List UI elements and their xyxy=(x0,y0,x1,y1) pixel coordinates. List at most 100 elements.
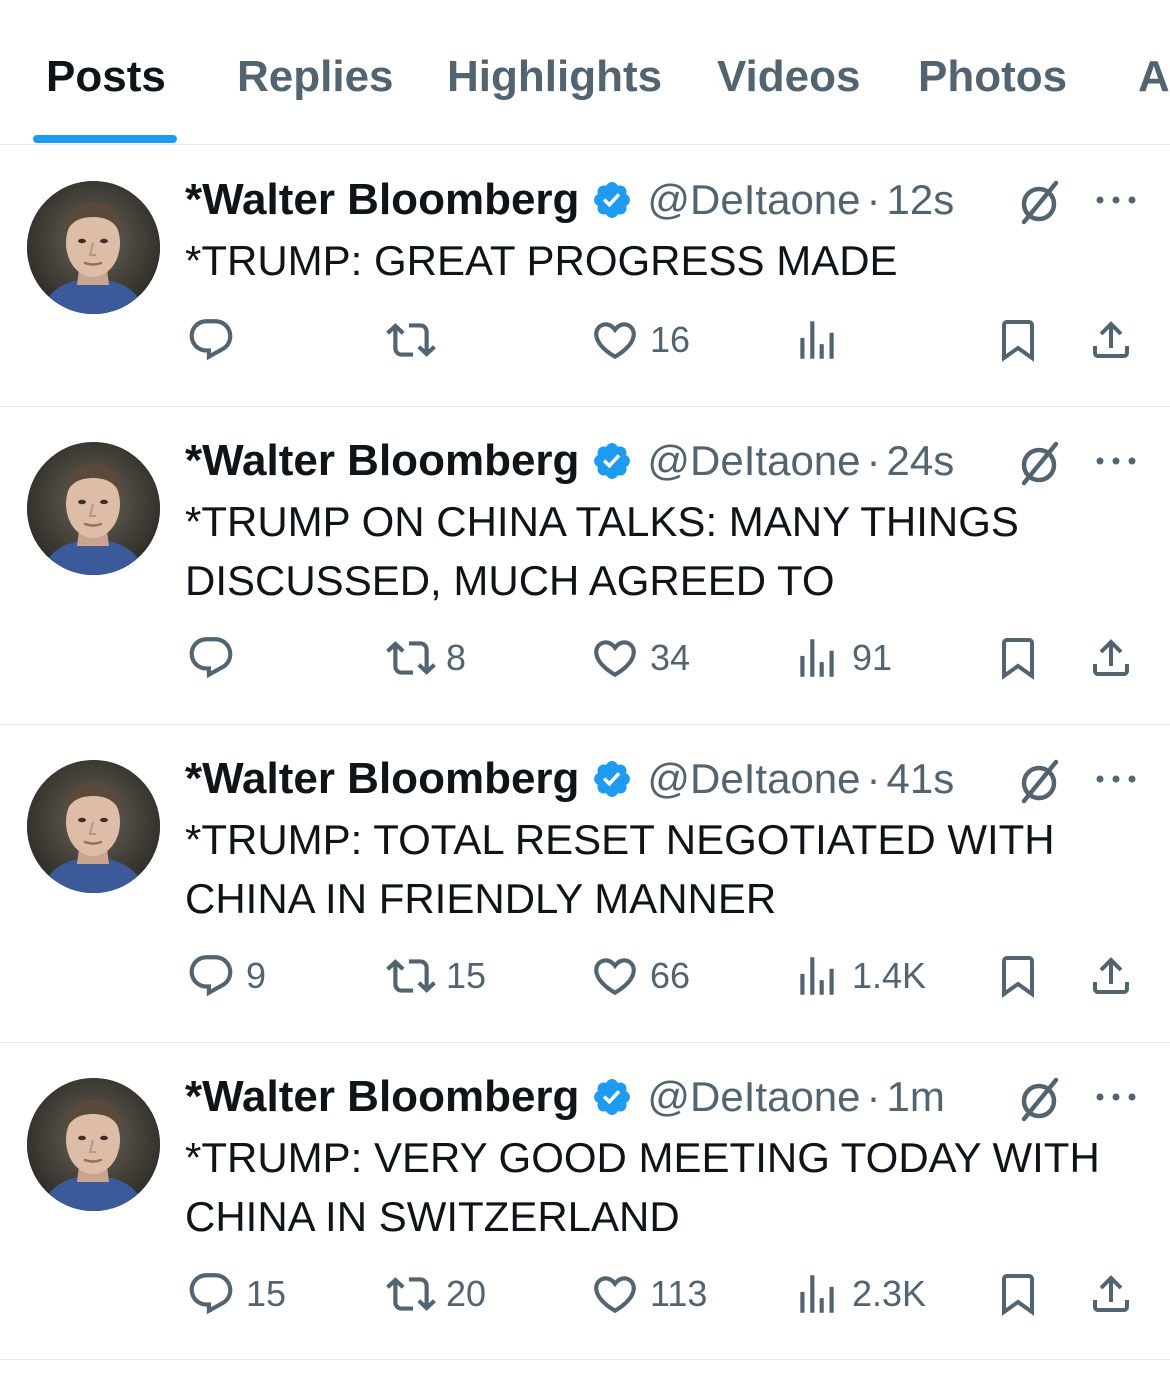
like-icon xyxy=(590,315,640,365)
reply-button[interactable] xyxy=(186,633,246,683)
grok-icon[interactable] xyxy=(1014,177,1064,227)
repost-icon xyxy=(386,951,436,1001)
share-icon[interactable] xyxy=(1087,1270,1135,1318)
like-count: 16 xyxy=(650,319,691,360)
tab-videos[interactable]: Videos xyxy=(717,52,860,102)
verified-badge-icon[interactable] xyxy=(591,1076,633,1118)
separator-dot: · xyxy=(866,755,881,802)
separator-dot: · xyxy=(866,176,881,223)
tab-posts[interactable]: Posts xyxy=(46,52,166,102)
like-count: 113 xyxy=(650,1273,708,1314)
share-icon[interactable] xyxy=(1087,952,1135,1000)
views-button[interactable]: 1.4K xyxy=(792,951,926,1001)
views-count: 2.3K xyxy=(852,1273,927,1314)
grok-icon[interactable] xyxy=(1014,1074,1064,1124)
verified-badge-icon[interactable] xyxy=(591,440,633,482)
more-icon[interactable] xyxy=(1094,1087,1138,1107)
post-text: *TRUMP: TOTAL RESET NEGOTIATED WITH CHIN… xyxy=(185,816,1055,922)
views-icon xyxy=(792,633,842,683)
reply-icon xyxy=(186,633,236,683)
repost-count: 8 xyxy=(446,637,467,678)
post-item[interactable]: *Walter Bloomberg @DeItaone · 41s *TRUMP… xyxy=(0,725,1170,1043)
tab-highlights[interactable]: Highlights xyxy=(447,52,662,102)
author-avatar[interactable] xyxy=(27,181,160,314)
repost-button[interactable] xyxy=(386,315,446,365)
tab-articles[interactable]: A xyxy=(1138,52,1170,102)
reply-icon xyxy=(186,315,236,365)
repost-icon xyxy=(386,315,436,365)
author-name[interactable]: *Walter Bloomberg xyxy=(185,436,579,486)
like-button[interactable]: 34 xyxy=(590,633,690,683)
views-icon xyxy=(792,951,842,1001)
like-icon xyxy=(590,633,640,683)
like-count: 34 xyxy=(650,637,691,678)
repost-button[interactable]: 20 xyxy=(386,1269,486,1319)
views-icon xyxy=(792,315,842,365)
bookmark-icon[interactable] xyxy=(994,952,1042,1000)
bookmark-icon[interactable] xyxy=(994,634,1042,682)
reply-button[interactable] xyxy=(186,315,246,365)
author-avatar[interactable] xyxy=(27,1078,160,1211)
verified-badge-icon[interactable] xyxy=(591,179,633,221)
author-handle[interactable]: @DeItaone xyxy=(647,437,860,485)
author-handle[interactable]: @DeItaone xyxy=(647,755,860,803)
post-item[interactable]: *Walter Bloomberg @DeItaone · 12s *TRUMP… xyxy=(0,145,1170,407)
author-name[interactable]: *Walter Bloomberg xyxy=(185,754,579,804)
reply-count: 9 xyxy=(246,955,267,996)
views-button[interactable] xyxy=(792,315,852,365)
reply-icon xyxy=(186,951,236,1001)
author-handle[interactable]: @DeItaone xyxy=(647,1073,860,1121)
author-avatar[interactable] xyxy=(27,442,160,575)
more-icon[interactable] xyxy=(1094,451,1138,471)
post-text: *TRUMP: GREAT PROGRESS MADE xyxy=(185,237,898,284)
views-icon xyxy=(792,1269,842,1319)
views-count: 1.4K xyxy=(852,955,927,996)
like-icon xyxy=(590,1269,640,1319)
share-icon[interactable] xyxy=(1087,634,1135,682)
post-header: *Walter Bloomberg @DeItaone · 41s xyxy=(185,754,954,804)
like-button[interactable]: 66 xyxy=(590,951,690,1001)
like-button[interactable]: 16 xyxy=(590,315,690,365)
post-item[interactable]: *Walter Bloomberg @DeItaone · 24s *TRUMP… xyxy=(0,407,1170,725)
post-header: *Walter Bloomberg @DeItaone · 1m xyxy=(185,1072,945,1122)
repost-icon xyxy=(386,1269,436,1319)
reply-button[interactable]: 9 xyxy=(186,951,266,1001)
post-text: *TRUMP: VERY GOOD MEETING TODAY WITH CHI… xyxy=(185,1134,1100,1240)
grok-icon[interactable] xyxy=(1014,438,1064,488)
repost-count: 15 xyxy=(446,955,487,996)
post-timestamp[interactable]: 12s xyxy=(887,176,955,224)
views-count: 91 xyxy=(852,637,893,678)
bookmark-icon[interactable] xyxy=(994,1270,1042,1318)
repost-button[interactable]: 8 xyxy=(386,633,466,683)
views-button[interactable]: 91 xyxy=(792,633,892,683)
verified-badge-icon[interactable] xyxy=(591,758,633,800)
post-text: *TRUMP ON CHINA TALKS: MANY THINGS DISCU… xyxy=(185,498,1019,604)
post-timestamp[interactable]: 41s xyxy=(887,755,955,803)
separator-dot: · xyxy=(866,1073,881,1120)
reply-count: 15 xyxy=(246,1273,287,1314)
grok-icon[interactable] xyxy=(1014,756,1064,806)
more-icon[interactable] xyxy=(1094,190,1138,210)
author-handle[interactable]: @DeItaone xyxy=(647,176,860,224)
like-button[interactable]: 113 xyxy=(590,1269,707,1319)
post-timestamp[interactable]: 1m xyxy=(887,1073,945,1121)
post-header: *Walter Bloomberg @DeItaone · 12s xyxy=(185,175,954,225)
post-item[interactable]: *Walter Bloomberg @DeItaone · 1m *TRUMP:… xyxy=(0,1043,1170,1360)
author-name[interactable]: *Walter Bloomberg xyxy=(185,175,579,225)
like-count: 66 xyxy=(650,955,691,996)
repost-button[interactable]: 15 xyxy=(386,951,486,1001)
post-timestamp[interactable]: 24s xyxy=(887,437,955,485)
more-icon[interactable] xyxy=(1094,769,1138,789)
bookmark-icon[interactable] xyxy=(994,316,1042,364)
tab-replies[interactable]: Replies xyxy=(237,52,394,102)
reply-button[interactable]: 15 xyxy=(186,1269,286,1319)
reply-icon xyxy=(186,1269,236,1319)
tab-photos[interactable]: Photos xyxy=(918,52,1067,102)
author-name[interactable]: *Walter Bloomberg xyxy=(185,1072,579,1122)
author-avatar[interactable] xyxy=(27,760,160,893)
views-button[interactable]: 2.3K xyxy=(792,1269,926,1319)
active-tab-indicator xyxy=(33,135,177,143)
separator-dot: · xyxy=(866,437,881,484)
share-icon[interactable] xyxy=(1087,316,1135,364)
post-header: *Walter Bloomberg @DeItaone · 24s xyxy=(185,436,954,486)
